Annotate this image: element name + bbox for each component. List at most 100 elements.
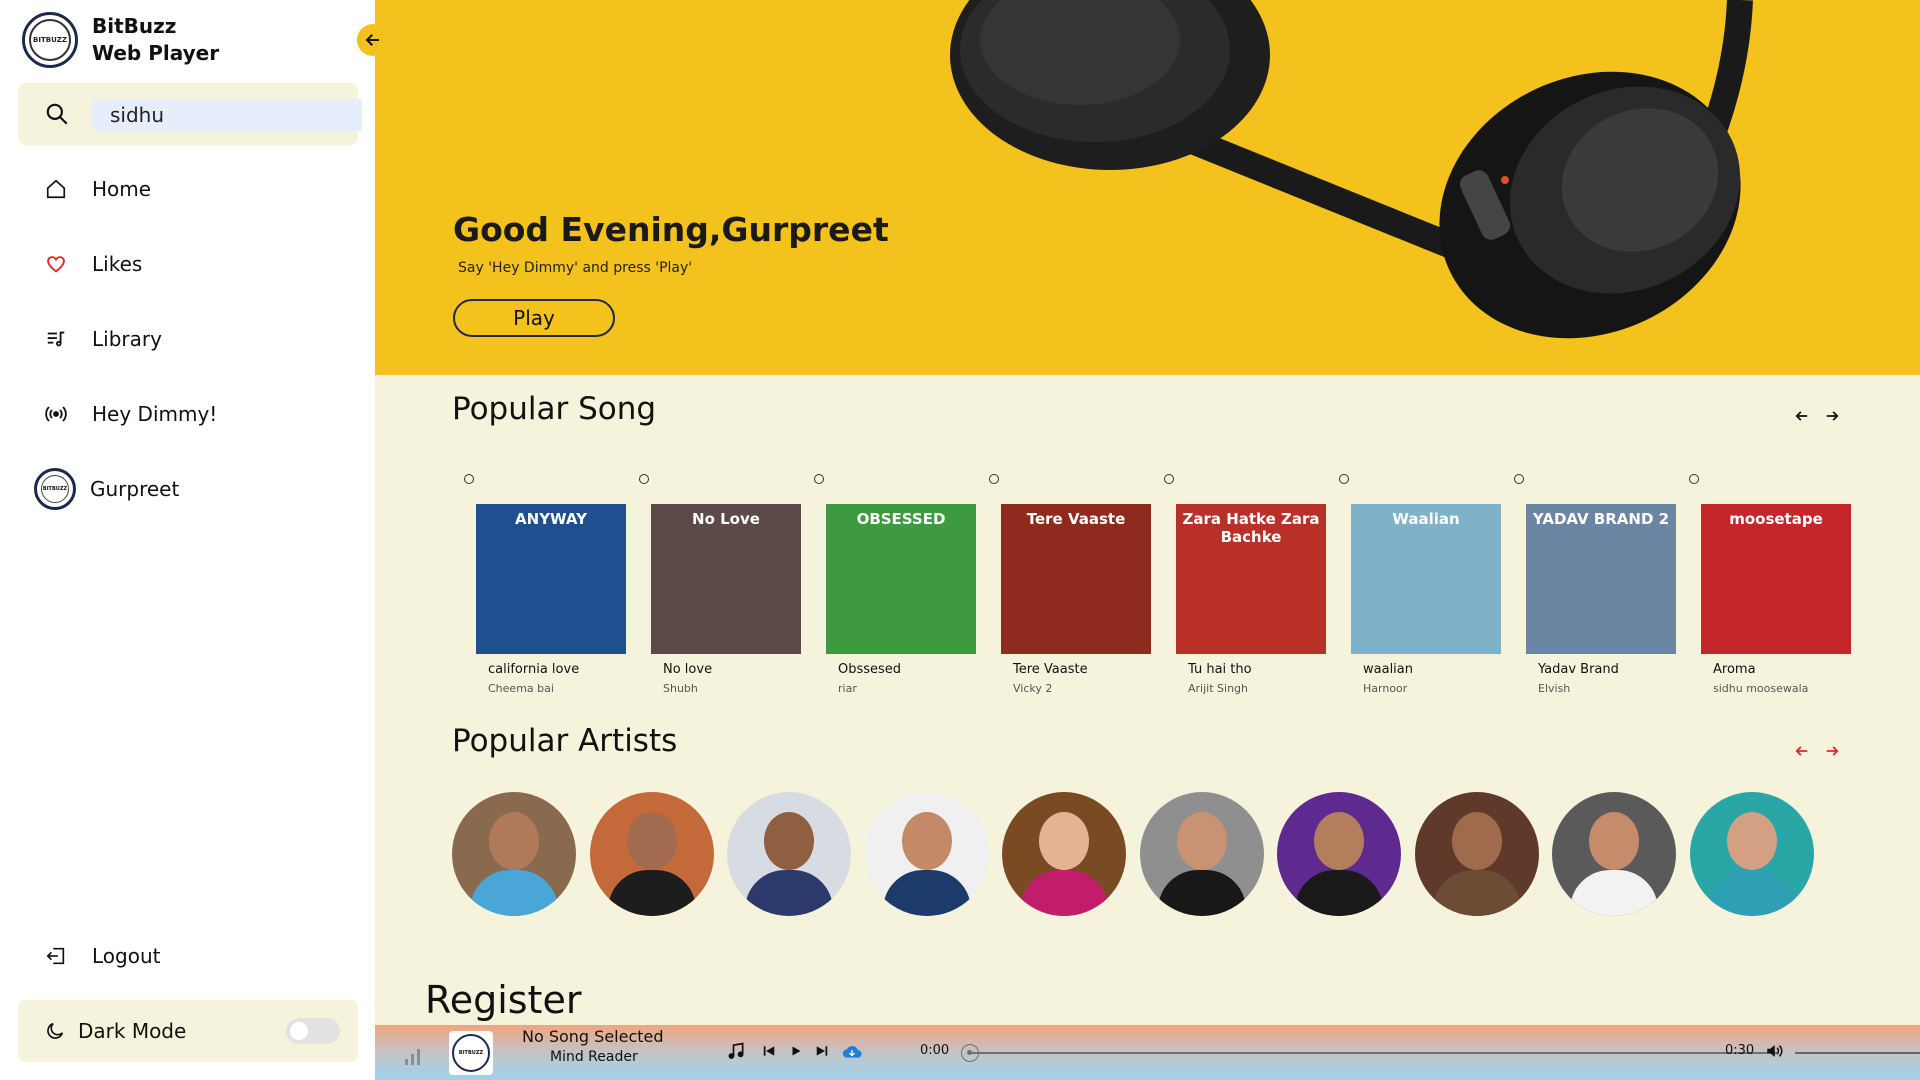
artist-body: [1708, 870, 1796, 916]
arrow-left-icon: [365, 34, 379, 46]
artist-avatar[interactable]: [1690, 792, 1814, 916]
next-icon[interactable]: [811, 1040, 833, 1062]
artist-face: [1177, 812, 1227, 870]
song-artist: Shubh: [663, 682, 698, 695]
logout-icon: [40, 940, 72, 972]
register-title: Register: [425, 978, 582, 1022]
popular-song-title: Popular Song: [452, 391, 657, 427]
song-artist: riar: [838, 682, 857, 695]
nav-logout[interactable]: Logout: [40, 936, 350, 976]
avatar: BITBUZZ: [34, 468, 76, 510]
song-select-radio[interactable]: [814, 474, 824, 484]
previous-icon[interactable]: [758, 1040, 780, 1062]
song-cover-title: Zara Hatke Zara Bachke: [1182, 510, 1320, 546]
artist-avatar[interactable]: [1552, 792, 1676, 916]
nav-likes[interactable]: Likes: [40, 244, 350, 284]
arrow-left-icon: [1795, 411, 1808, 421]
artist-avatar[interactable]: [452, 792, 576, 916]
dark-mode-row: Dark Mode: [18, 1000, 358, 1062]
song-select-radio[interactable]: [639, 474, 649, 484]
song-select-radio[interactable]: [1689, 474, 1699, 484]
arrow-left-icon: [1795, 746, 1808, 756]
popular-artists-prev-button[interactable]: [1795, 743, 1809, 762]
song-cover[interactable]: Waalian: [1351, 504, 1501, 654]
song-name: california love: [488, 662, 580, 677]
search-input[interactable]: [92, 99, 362, 131]
volume-slider[interactable]: [1795, 1052, 1920, 1054]
song-name: Tu hai tho: [1188, 662, 1252, 677]
cloud-download-icon[interactable]: [841, 1040, 863, 1062]
broadcast-icon: [40, 398, 72, 430]
nav-hey-dimmy[interactable]: Hey Dimmy!: [40, 394, 350, 434]
song-cover[interactable]: YADAV BRAND 2: [1526, 504, 1676, 654]
artist-body: [883, 870, 971, 916]
player-progress-track[interactable]: [961, 1044, 1777, 1062]
arrow-right-icon: [1826, 411, 1839, 421]
song-cover-title: moosetape: [1729, 510, 1823, 528]
artist-avatar[interactable]: [865, 792, 989, 916]
popular-artists-next-button[interactable]: [1825, 743, 1839, 762]
progress-handle[interactable]: [961, 1044, 979, 1062]
nav-logout-label: Logout: [92, 944, 161, 968]
player-duration: 0:30: [1725, 1043, 1755, 1058]
song-artist: Arijit Singh: [1188, 682, 1248, 695]
song-cover-title: ANYWAY: [515, 510, 587, 528]
player-logo-text: BITBUZZ: [452, 1034, 490, 1072]
song-name: Yadav Brand: [1538, 662, 1619, 677]
song-name: Aroma: [1713, 662, 1756, 677]
equalizer-icon: [405, 1047, 420, 1065]
dark-mode-toggle[interactable]: [286, 1018, 340, 1044]
song-cover[interactable]: Zara Hatke Zara Bachke: [1176, 504, 1326, 654]
search-icon[interactable]: [44, 101, 70, 127]
song-select-radio[interactable]: [1514, 474, 1524, 484]
brand-line1: BitBuzz: [92, 14, 177, 38]
nav-library[interactable]: Library: [40, 319, 350, 359]
nav-home[interactable]: Home: [40, 169, 350, 209]
artist-body: [608, 870, 696, 916]
nav-likes-label: Likes: [92, 252, 143, 276]
song-cover-title: Waalian: [1392, 510, 1460, 528]
player-current-time: 0:00: [920, 1043, 950, 1058]
hero-play-button[interactable]: Play: [453, 299, 615, 337]
dark-mode-label: Dark Mode: [78, 1019, 187, 1043]
song-cover[interactable]: OBSESSED: [826, 504, 976, 654]
music-note-icon[interactable]: [725, 1040, 747, 1062]
moon-icon: [44, 1020, 66, 1042]
song-select-radio[interactable]: [989, 474, 999, 484]
collapse-sidebar-button[interactable]: [357, 24, 389, 56]
artist-avatar[interactable]: [1002, 792, 1126, 916]
song-select-radio[interactable]: [1164, 474, 1174, 484]
artist-face: [764, 812, 814, 870]
song-select-radio[interactable]: [1339, 474, 1349, 484]
artist-avatar[interactable]: [727, 792, 851, 916]
song-cover-title: Tere Vaaste: [1026, 510, 1126, 528]
artist-face: [489, 812, 539, 870]
artist-body: [1020, 870, 1108, 916]
volume-icon[interactable]: [1763, 1040, 1785, 1062]
song-name: No love: [663, 662, 713, 677]
song-cover[interactable]: Tere Vaaste: [1001, 504, 1151, 654]
song-cover[interactable]: moosetape: [1701, 504, 1851, 654]
play-icon[interactable]: [785, 1040, 807, 1062]
song-cover[interactable]: No Love: [651, 504, 801, 654]
arrow-right-icon: [1826, 746, 1839, 756]
artist-face: [627, 812, 677, 870]
popular-song-next-button[interactable]: [1825, 408, 1839, 427]
hero-banner: Good Evening,Gurpreet Say 'Hey Dimmy' an…: [375, 0, 1920, 375]
song-select-radio[interactable]: [464, 474, 474, 484]
artist-avatar[interactable]: [1140, 792, 1264, 916]
artist-avatar[interactable]: [1277, 792, 1401, 916]
avatar-text: BITBUZZ: [41, 475, 69, 503]
artist-avatar[interactable]: [590, 792, 714, 916]
song-artist: Harnoor: [1363, 682, 1408, 695]
artist-face: [1727, 812, 1777, 870]
hero-subtitle: Say 'Hey Dimmy' and press 'Play': [458, 260, 693, 276]
sidebar: BITBUZZ BitBuzz Web Player Home Likes Li…: [0, 0, 375, 1080]
song-cover[interactable]: ANYWAY: [476, 504, 626, 654]
player-song-artist: Mind Reader: [550, 1049, 638, 1065]
playlist-icon: [40, 323, 72, 355]
artist-avatar[interactable]: [1415, 792, 1539, 916]
nav-profile[interactable]: BITBUZZ Gurpreet: [34, 468, 350, 510]
brand[interactable]: BITBUZZ BitBuzz Web Player: [22, 12, 219, 68]
popular-song-prev-button[interactable]: [1795, 408, 1809, 427]
